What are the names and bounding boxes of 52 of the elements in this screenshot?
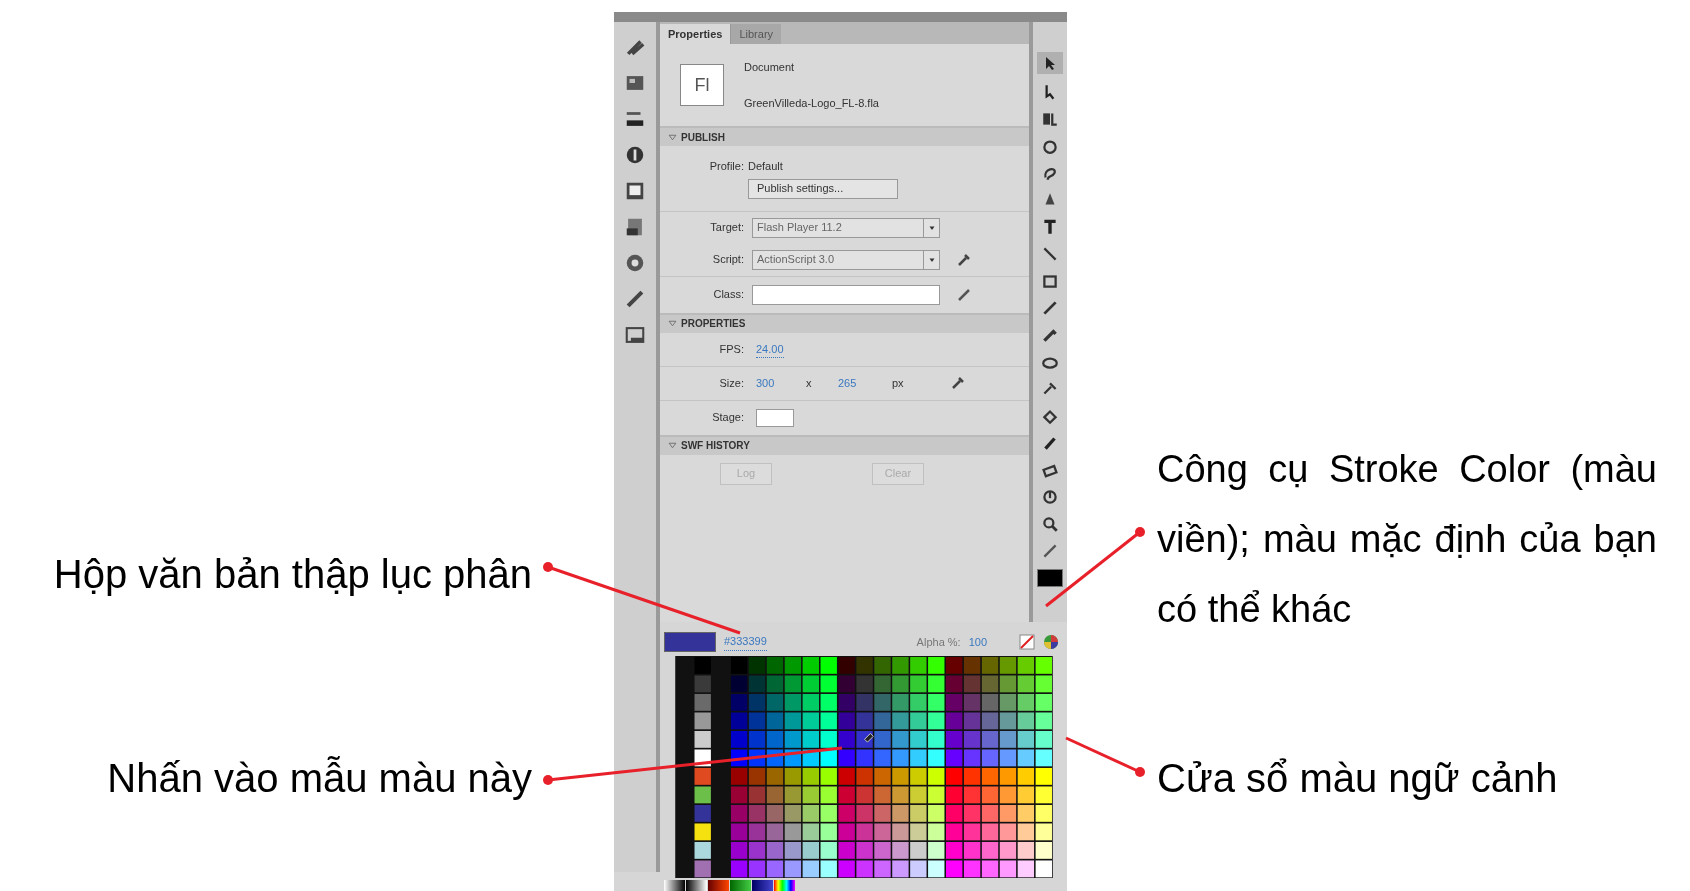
window-icon[interactable] <box>624 324 646 346</box>
dropdown[interactable]: ActionScript 3.0 <box>752 249 940 270</box>
section-title: SWF HISTORY <box>681 439 750 453</box>
gradient-swatches-drawing[interactable] <box>664 880 796 891</box>
stroke-color-swatch[interactable] <box>1037 569 1063 587</box>
callout-text: Công cụ Stroke Color (màu viền); màu mặc định của bạn có thể khác <box>1157 447 1657 632</box>
text-tool-icon[interactable] <box>1041 218 1059 236</box>
field-label: Class: <box>712 287 744 303</box>
publish-settings-button[interactable]: Publish settings... <box>748 178 898 199</box>
field-label: Script: <box>711 252 744 268</box>
line-tool-icon[interactable] <box>1041 245 1059 263</box>
document-label: Document <box>744 59 796 75</box>
field-label: Size: <box>718 376 744 391</box>
file-name: GreenVilleda-Logo_FL-8.fla <box>744 96 879 111</box>
no-color-icon[interactable] <box>1019 634 1035 650</box>
section-header[interactable]: SWF HISTORY <box>660 434 1029 455</box>
hex-field[interactable]: #333399 <box>724 633 767 651</box>
collapse-icon <box>668 319 677 328</box>
dropdown[interactable]: Flash Player 11.2 <box>752 217 940 238</box>
rectangle-tool-icon[interactable] <box>1041 272 1059 290</box>
document-icon: Fl <box>680 64 724 106</box>
class-field[interactable] <box>752 284 940 305</box>
field-label: Profile: <box>708 159 744 174</box>
info-icon[interactable] <box>624 144 646 166</box>
field-label: Target: <box>709 220 744 236</box>
times-sign: x <box>806 376 813 391</box>
field-label: FPS: <box>718 342 744 357</box>
selected-color-swatch <box>664 632 716 652</box>
width-value[interactable]: 300 <box>756 375 806 392</box>
arrow-tool-icon[interactable] <box>1037 52 1063 74</box>
height-value[interactable]: 265 <box>838 375 892 392</box>
collapse-icon <box>668 441 677 450</box>
callout-text: Cửa sổ màu ngữ cảnh <box>1157 755 1559 802</box>
callout-text: Nhấn vào mẫu màu này <box>106 755 532 802</box>
unit-label: px <box>892 376 905 391</box>
fps-value[interactable]: 24.00 <box>756 340 784 358</box>
section-title: PUBLISH <box>681 130 725 145</box>
collapse-icon <box>668 132 677 142</box>
panel-tab[interactable]: Library <box>730 24 782 44</box>
alpha-label: Alpha %: <box>916 634 961 650</box>
zoom-tool-icon[interactable] <box>1041 515 1059 533</box>
stage-color-swatch[interactable] <box>756 408 794 427</box>
alpha-value[interactable]: 100 <box>968 633 987 651</box>
profile-value: Default <box>748 159 783 174</box>
panel-tab[interactable]: Properties <box>660 24 731 44</box>
field-label: Stage: <box>711 410 744 426</box>
color-wheel-icon[interactable] <box>1043 634 1059 650</box>
section-header[interactable]: PUBLISH <box>660 126 1029 146</box>
brush-tool-icon[interactable] <box>1041 326 1059 344</box>
section-title: PROPERTIES <box>681 317 746 331</box>
section-header[interactable]: PROPERTIES <box>660 312 1029 333</box>
callout-text: Hộp văn bản thập lục phân <box>52 551 532 598</box>
